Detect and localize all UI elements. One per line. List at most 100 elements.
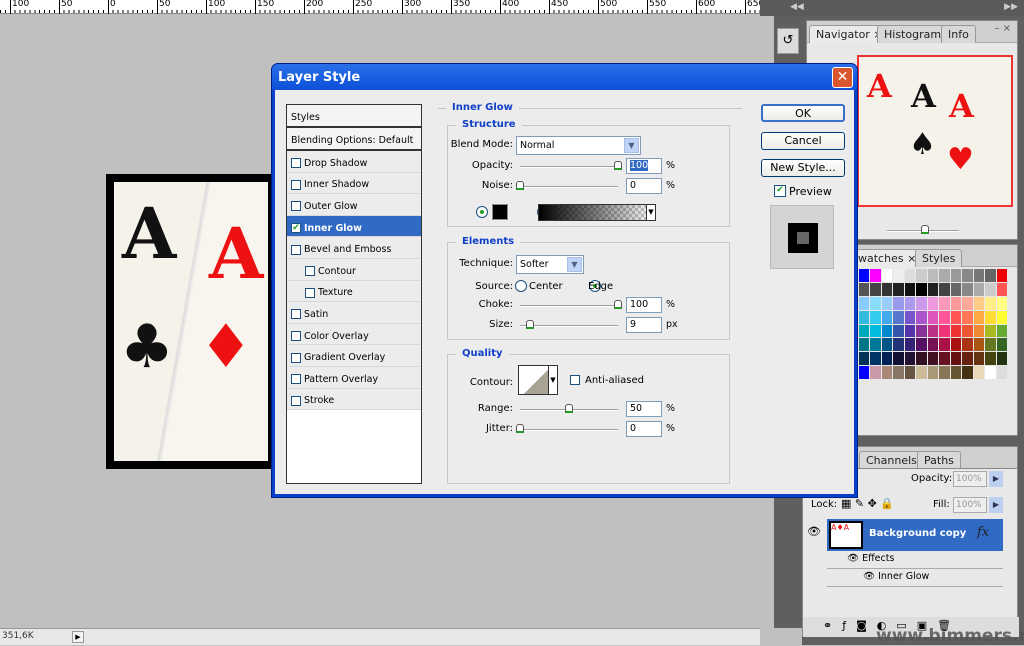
effects-row[interactable]: 👁 Effects [827, 551, 1003, 569]
status-menu-arrow-icon[interactable]: ▶ [72, 631, 84, 643]
color-swatch[interactable] [904, 352, 916, 366]
color-swatch[interactable] [870, 352, 881, 366]
tab-histogram[interactable]: Histogram [877, 25, 949, 43]
checkbox[interactable] [291, 158, 301, 169]
color-swatch[interactable] [950, 352, 962, 366]
tab-info[interactable]: Info [941, 25, 976, 43]
checkbox[interactable] [291, 179, 301, 190]
color-swatch[interactable] [859, 310, 870, 324]
close-icon[interactable]: – × [994, 23, 1011, 34]
checkbox[interactable] [291, 244, 301, 255]
color-swatch[interactable] [859, 296, 870, 310]
color-swatch[interactable] [904, 269, 916, 282]
color-swatch[interactable] [939, 269, 950, 282]
inner-glow-effect-row[interactable]: 👁 Inner Glow [827, 569, 1003, 587]
color-swatch[interactable] [996, 296, 1007, 310]
color-swatch[interactable] [950, 269, 962, 282]
source-center-radio[interactable] [515, 280, 527, 292]
zoom-slider[interactable] [887, 225, 959, 234]
color-swatch[interactable] [916, 296, 927, 310]
color-swatch[interactable] [950, 296, 962, 310]
color-swatch[interactable] [939, 324, 950, 338]
color-swatch[interactable] [939, 296, 950, 310]
zoom-readout[interactable]: 351,6K [0, 631, 70, 641]
color-swatch[interactable] [904, 338, 916, 352]
color-swatch[interactable] [927, 366, 939, 379]
color-swatch[interactable] [996, 352, 1007, 366]
color-swatch[interactable] [927, 282, 939, 296]
color-swatch[interactable] [859, 269, 870, 282]
color-swatch[interactable] [939, 310, 950, 324]
anti-aliased-checkbox[interactable] [570, 375, 580, 385]
solid-color-radio[interactable] [476, 206, 488, 218]
color-swatch[interactable] [927, 338, 939, 352]
color-swatch[interactable] [870, 310, 881, 324]
color-swatch[interactable] [881, 296, 893, 310]
gradient-picker[interactable] [538, 204, 656, 221]
visibility-eye-icon[interactable]: 👁 [807, 525, 821, 538]
color-swatch[interactable] [916, 366, 927, 379]
color-swatch[interactable] [893, 310, 904, 324]
color-swatch[interactable] [973, 366, 985, 379]
contour-dropdown-icon[interactable]: ▼ [548, 365, 558, 395]
tab-styles[interactable]: Styles [915, 249, 963, 267]
lock-icons[interactable]: ▦ ✎ ✥ 🔒 [841, 497, 894, 510]
style-item-texture[interactable]: Texture [287, 280, 421, 303]
range-input[interactable]: 50 [626, 401, 662, 417]
checkbox[interactable] [291, 395, 301, 406]
style-item-stroke[interactable]: Stroke [287, 388, 421, 411]
color-swatch[interactable] [904, 282, 916, 296]
color-swatch[interactable] [973, 296, 985, 310]
color-swatch[interactable] [962, 269, 973, 282]
color-swatch[interactable] [950, 282, 962, 296]
preview-checkbox[interactable]: ✔ [774, 185, 786, 197]
noise-input[interactable]: 0 [626, 178, 662, 194]
fill-arrow-icon[interactable]: ▶ [989, 497, 1003, 513]
size-input[interactable]: 9 [626, 317, 662, 333]
styles-header[interactable]: Styles [287, 105, 421, 128]
opacity-input[interactable]: 100% [953, 471, 987, 487]
color-swatch[interactable] [962, 282, 973, 296]
color-swatch[interactable] [916, 338, 927, 352]
color-swatch[interactable] [939, 352, 950, 366]
color-swatch[interactable] [916, 269, 927, 282]
glow-color-swatch[interactable] [492, 204, 508, 220]
color-swatch[interactable] [881, 338, 893, 352]
color-swatch[interactable] [904, 324, 916, 338]
color-swatch[interactable] [996, 310, 1007, 324]
color-swatch[interactable] [893, 338, 904, 352]
style-item-inner-glow[interactable]: ✔ Inner Glow [287, 215, 421, 238]
color-swatch[interactable] [870, 296, 881, 310]
style-item-pattern-overlay[interactable]: Pattern Overlay [287, 366, 421, 389]
fx-icon[interactable]: fx [977, 525, 989, 540]
color-swatch[interactable] [881, 310, 893, 324]
technique-select[interactable]: Softer ▼ [516, 255, 584, 274]
color-swatch[interactable] [950, 366, 962, 379]
style-item-drop-shadow[interactable]: Drop Shadow [287, 151, 421, 173]
color-swatch[interactable] [985, 352, 996, 366]
color-swatch[interactable] [881, 366, 893, 379]
color-swatch[interactable] [985, 282, 996, 296]
color-swatch[interactable] [996, 366, 1007, 379]
color-swatch[interactable] [870, 269, 881, 282]
checkbox[interactable] [291, 331, 301, 342]
color-swatch[interactable] [985, 338, 996, 352]
color-swatch[interactable] [927, 269, 939, 282]
color-swatch[interactable] [916, 282, 927, 296]
color-swatch[interactable] [881, 282, 893, 296]
color-swatch[interactable] [973, 310, 985, 324]
color-swatch[interactable] [973, 269, 985, 282]
blend-mode-select[interactable]: Normal ▼ [516, 136, 641, 155]
color-swatch[interactable] [893, 296, 904, 310]
checkbox[interactable] [291, 201, 301, 212]
color-swatch[interactable] [881, 269, 893, 282]
color-swatch[interactable] [893, 324, 904, 338]
color-swatch[interactable] [870, 324, 881, 338]
checkbox[interactable]: ✔ [291, 223, 301, 234]
color-swatch[interactable] [962, 296, 973, 310]
tab-channels[interactable]: Channels [859, 451, 924, 469]
color-swatch[interactable] [996, 324, 1007, 338]
color-swatch[interactable] [859, 366, 870, 379]
noise-slider[interactable] [516, 181, 618, 190]
cancel-button[interactable]: Cancel [761, 132, 845, 150]
